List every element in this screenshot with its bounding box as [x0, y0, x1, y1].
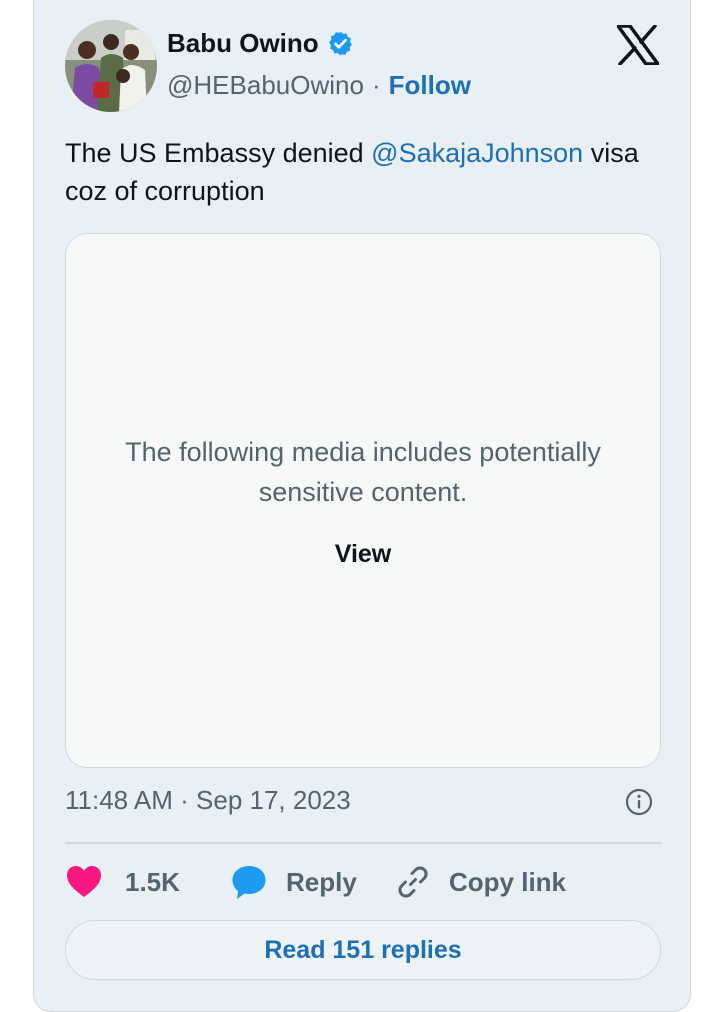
author-name[interactable]: Babu Owino — [167, 28, 319, 59]
heart-icon — [67, 866, 101, 897]
reply-label: Reply — [286, 866, 357, 897]
mention-link[interactable]: @SakajaJohnson — [371, 138, 583, 168]
follow-button[interactable]: Follow — [389, 70, 471, 101]
like-count: 1.5K — [125, 866, 180, 897]
separator-dot: · — [371, 70, 381, 100]
divider — [65, 842, 661, 844]
copy-link-button[interactable]: Copy link — [395, 860, 566, 904]
verified-badge-icon — [328, 31, 352, 56]
sensitive-media-message: The following media includes potentially… — [125, 437, 601, 507]
tweet-timestamp[interactable]: 11:48 AM · Sep 17, 2023 — [65, 785, 351, 816]
read-replies-label: Read 151 replies — [264, 935, 462, 964]
avatar-photo — [65, 20, 157, 112]
tweet-text: The US Embassy denied @SakajaJohnson vis… — [65, 134, 665, 210]
sensitive-media-placeholder: The following media includes potentially… — [65, 233, 661, 768]
info-icon[interactable] — [625, 788, 653, 816]
copy-link-label: Copy link — [449, 866, 567, 897]
tweet-text-part: The US Embassy denied — [65, 138, 372, 168]
avatar[interactable] — [65, 20, 157, 112]
reply-button[interactable]: Reply — [230, 860, 357, 904]
x-logo-icon[interactable] — [617, 25, 659, 65]
author-handle[interactable]: @HEBabuOwino — [167, 70, 364, 101]
tweet-actions: 1.5K Reply Copy link — [65, 860, 665, 904]
author-name-row[interactable]: Babu Owino — [167, 28, 354, 59]
view-media-button[interactable]: View — [66, 540, 660, 569]
handle-row: @HEBabuOwino · Follow — [167, 70, 471, 101]
read-replies-button[interactable]: Read 151 replies — [65, 920, 661, 980]
link-icon — [398, 866, 428, 898]
reply-bubble-icon — [232, 866, 266, 899]
like-button[interactable]: 1.5K — [65, 860, 180, 904]
